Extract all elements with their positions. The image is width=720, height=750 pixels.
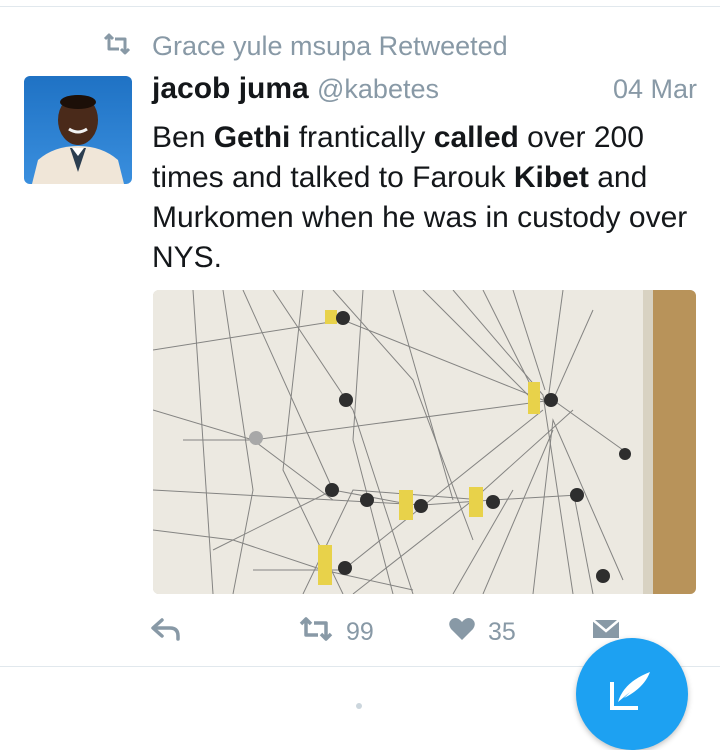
text-segment: Ben: [152, 121, 214, 154]
retweet-count: 99: [346, 617, 374, 646]
like-count: 35: [488, 617, 516, 646]
page-indicator: [356, 703, 362, 709]
retweet-label[interactable]: Grace yule msupa Retweeted: [152, 31, 508, 62]
retweet-context[interactable]: Grace yule msupa Retweeted: [102, 30, 508, 62]
author-name[interactable]: jacob juma: [152, 72, 309, 106]
text-segment: frantically: [290, 121, 434, 154]
network-diagram-photo: [153, 290, 696, 594]
retweet-icon: [298, 616, 334, 648]
like-button[interactable]: 35: [448, 612, 516, 652]
text-segment-bold: Gethi: [213, 121, 291, 154]
heart-icon: [448, 617, 476, 648]
retweet-button[interactable]: 99: [298, 612, 374, 652]
reply-button[interactable]: [150, 612, 182, 652]
tweet-text: Ben Gethi frantically called over 200 ti…: [152, 118, 712, 278]
compose-tweet-button[interactable]: [576, 638, 688, 750]
avatar[interactable]: [24, 76, 132, 184]
text-segment-bold: Kibet: [513, 161, 589, 194]
retweet-icon: [102, 33, 132, 60]
reply-icon: [150, 617, 182, 648]
text-segment-bold: called: [433, 121, 519, 154]
tweet-photo[interactable]: [153, 290, 696, 594]
author-handle[interactable]: @kabetes: [317, 74, 439, 105]
top-divider: [0, 6, 720, 7]
tweet-header: jacob juma @kabetes 04 Mar: [152, 72, 697, 112]
tweet-date[interactable]: 04 Mar: [613, 74, 697, 105]
